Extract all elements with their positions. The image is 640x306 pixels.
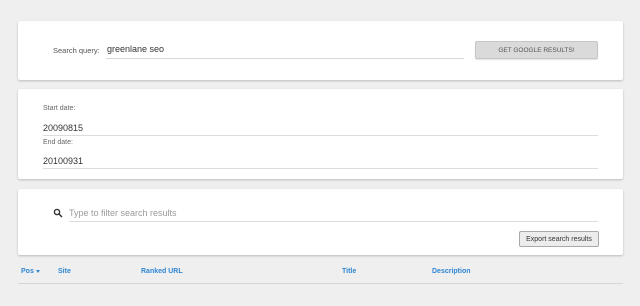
search-query-card: Search query: GET GOOGLE RESULTS!: [18, 21, 623, 80]
date-range-card: Start date: End date:: [18, 89, 623, 179]
column-header-pos[interactable]: Pos: [21, 268, 40, 275]
export-search-results-button[interactable]: Export search results: [519, 231, 599, 247]
search-query-label: Search query:: [53, 46, 100, 55]
column-header-title[interactable]: Title: [342, 268, 356, 275]
search-icon: [53, 208, 63, 218]
column-header-site[interactable]: Site: [58, 268, 71, 275]
column-header-pos-label: Pos: [21, 268, 34, 275]
results-table-header: Pos Site Ranked URL Title Description: [18, 263, 623, 284]
filter-card: Export search results: [18, 189, 623, 255]
column-header-description[interactable]: Description: [432, 268, 471, 275]
filter-results-input[interactable]: [69, 205, 598, 222]
column-header-ranked-url[interactable]: Ranked URL: [141, 268, 183, 275]
search-query-input[interactable]: [106, 40, 464, 59]
sort-desc-icon: [35, 269, 40, 273]
start-date-label: Start date:: [43, 105, 76, 112]
start-date-input[interactable]: [43, 120, 598, 136]
end-date-input[interactable]: [43, 153, 598, 169]
get-google-results-button[interactable]: GET GOOGLE RESULTS!: [475, 41, 598, 59]
end-date-label: End date:: [43, 139, 73, 146]
